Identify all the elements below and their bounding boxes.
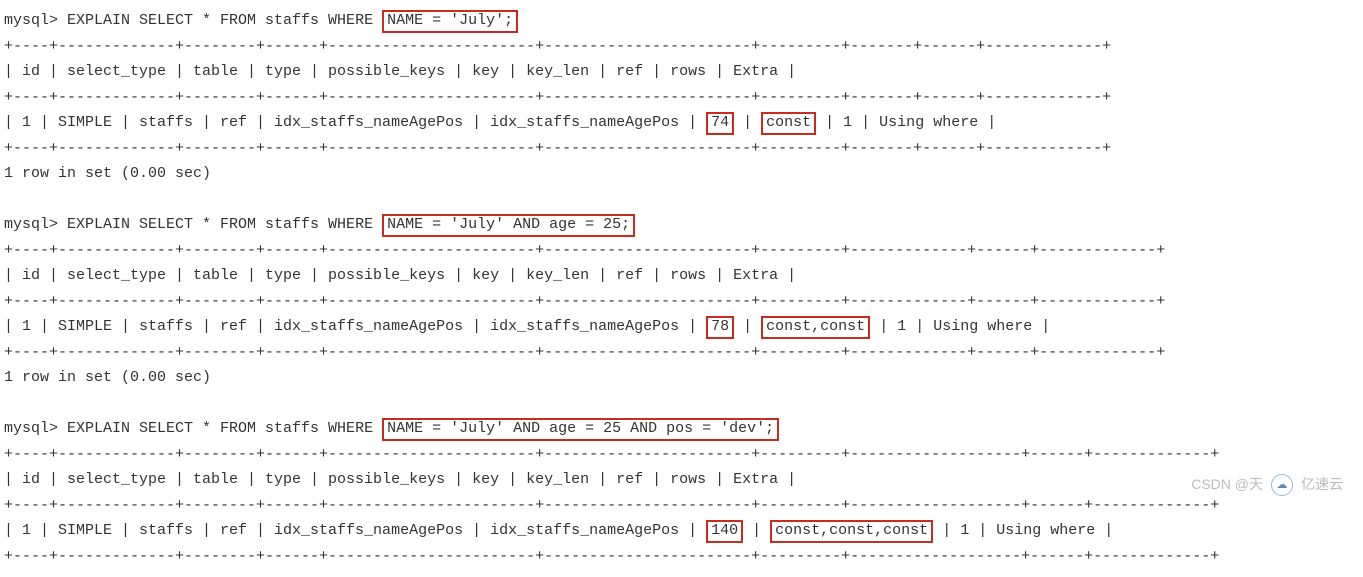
watermark-csdn: CSDN @天 [1191,473,1263,497]
table-border: +----+-------------+--------+------+----… [4,340,1359,366]
sql-line: mysql> EXPLAIN SELECT * FROM staffs WHER… [4,8,1359,34]
table-border: +----+-------------+--------+------+----… [4,238,1359,264]
keylen-highlight: 74 [706,112,734,135]
sql-line: mysql> EXPLAIN SELECT * FROM staffs WHER… [4,416,1359,442]
sql-highlight: NAME = 'July'; [382,10,518,33]
spacer [4,391,1359,417]
ref-highlight: const,const,const [770,520,933,543]
sql-highlight: NAME = 'July' AND age = 25 AND pos = 'de… [382,418,779,441]
result-footer: 1 row in set (0.00 sec) [4,365,1359,391]
sql-text: EXPLAIN SELECT * FROM staffs WHERE [67,216,382,233]
table-row: | 1 | SIMPLE | staffs | ref | idx_staffs… [4,518,1359,544]
sql-text: EXPLAIN SELECT * FROM staffs WHERE [67,12,382,29]
result-footer: 1 row in set (0.00 sec) [4,161,1359,187]
table-border: +----+-------------+--------+------+----… [4,493,1359,519]
sql-line: mysql> EXPLAIN SELECT * FROM staffs WHER… [4,212,1359,238]
ref-highlight: const,const [761,316,870,339]
table-row: | 1 | SIMPLE | staffs | ref | idx_staffs… [4,314,1359,340]
mysql-prompt: mysql> [4,216,67,233]
sql-highlight: NAME = 'July' AND age = 25; [382,214,635,237]
table-border: +----+-------------+--------+------+----… [4,136,1359,162]
table-header: | id | select_type | table | type | poss… [4,467,1359,493]
table-border: +----+-------------+--------+------+----… [4,442,1359,468]
mysql-prompt: mysql> [4,420,67,437]
watermark: CSDN @天 ☁ 亿速云 [1191,473,1343,497]
table-row: | 1 | SIMPLE | staffs | ref | idx_staffs… [4,110,1359,136]
cloud-icon: ☁ [1271,474,1293,496]
table-border: +----+-------------+--------+------+----… [4,85,1359,111]
spacer [4,187,1359,213]
table-border: +----+-------------+--------+------+----… [4,544,1359,570]
sql-text: EXPLAIN SELECT * FROM staffs WHERE [67,420,382,437]
table-border: +----+-------------+--------+------+----… [4,34,1359,60]
watermark-yisu: 亿速云 [1301,473,1343,497]
ref-highlight: const [761,112,816,135]
mysql-prompt: mysql> [4,12,67,29]
keylen-highlight: 78 [706,316,734,339]
table-border: +----+-------------+--------+------+----… [4,289,1359,315]
table-header: | id | select_type | table | type | poss… [4,59,1359,85]
keylen-highlight: 140 [706,520,743,543]
table-header: | id | select_type | table | type | poss… [4,263,1359,289]
